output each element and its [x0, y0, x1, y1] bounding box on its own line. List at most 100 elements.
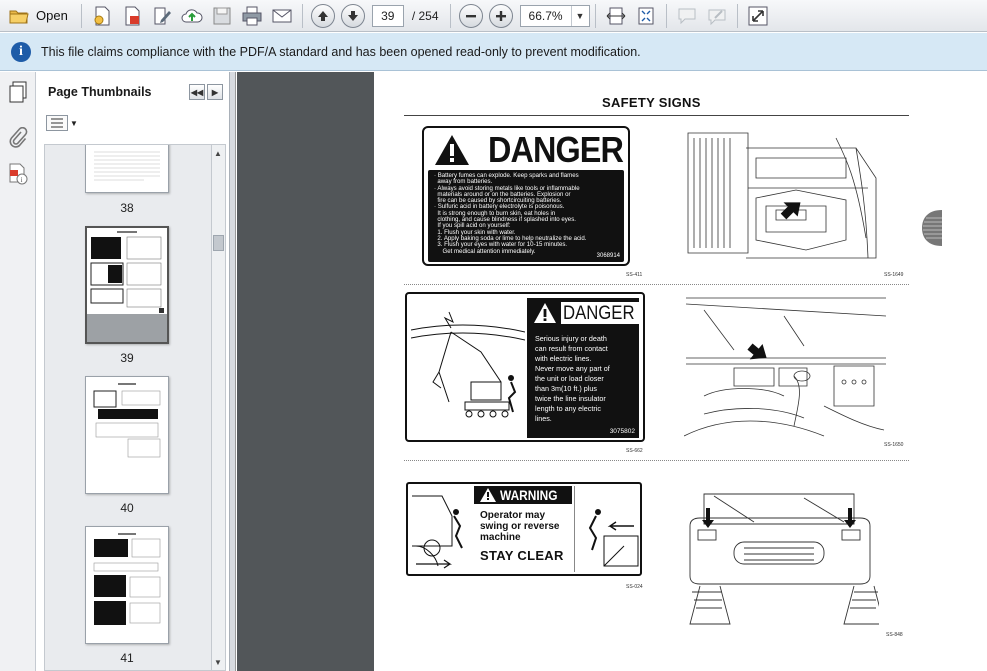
- collapse-panel-button[interactable]: ◀◀: [189, 84, 205, 100]
- save-disk-icon: [213, 7, 231, 24]
- figure-caption: SS-848: [886, 632, 903, 638]
- document-properties-tab[interactable]: i: [0, 156, 36, 192]
- page-thumbnails-tab[interactable]: [0, 74, 36, 110]
- sign-text-line: Get medical attention immediately.: [434, 247, 536, 255]
- warning-triangle-icon: [435, 135, 469, 165]
- create-pdf-button[interactable]: [89, 3, 115, 29]
- title-rule: [404, 115, 909, 116]
- cloud-upload-icon: [181, 8, 203, 22]
- sign-text-line: the unit or load closer: [535, 374, 604, 383]
- page-preview: [94, 151, 160, 181]
- next-panel-button[interactable]: ▶: [207, 84, 223, 100]
- open-button[interactable]: Open: [2, 3, 74, 29]
- sign-text-block: · Battery fumes can explode. Keep sparks…: [428, 170, 624, 262]
- sign-heading: DANGER: [488, 129, 624, 170]
- toolbar-separator: [301, 3, 303, 28]
- email-button[interactable]: [269, 3, 295, 29]
- sign-heading: DANGER: [563, 303, 635, 324]
- expand-icon: [748, 6, 768, 25]
- thumbnail-options-row: ▼: [36, 112, 229, 134]
- sign-button: [704, 3, 730, 29]
- page-total-label: / 254: [411, 8, 439, 23]
- zoom-in-button[interactable]: [488, 3, 514, 29]
- thumbnail-page-40[interactable]: [85, 376, 169, 494]
- arrow-up-icon: [310, 3, 335, 28]
- sign-text-line: with electric lines.: [535, 354, 592, 363]
- printer-icon: [242, 6, 262, 25]
- thumbnail-label: 39: [120, 351, 134, 365]
- thumbnail-label: 40: [120, 501, 134, 515]
- sign-text-line: lines.: [535, 414, 552, 423]
- pen-sign-icon: [708, 9, 726, 25]
- save-button[interactable]: [209, 3, 235, 29]
- zoom-level-value: 66.7%: [528, 8, 563, 23]
- figure-caption: SS-024: [626, 584, 643, 590]
- warning-swing-sign: WARNING Operator may swing or reverse mach…: [406, 482, 642, 576]
- thumbnail-page-38[interactable]: [85, 145, 169, 193]
- operator-swing-left-illustration: [412, 495, 463, 569]
- navigation-rail: i: [0, 72, 36, 671]
- next-page-button[interactable]: [340, 3, 366, 29]
- sign-text-line: Never move any part of: [535, 364, 610, 373]
- pdfa-info-bar: i This file claims compliance with the P…: [0, 33, 987, 71]
- speech-bubble-icon: [678, 8, 696, 24]
- sign-text-line: twice the line insulator: [535, 394, 606, 403]
- document-viewport[interactable]: SAFETY SIGNS DANGER · Battery fumes can …: [237, 72, 987, 671]
- scroll-up-icon[interactable]: ▲: [212, 146, 224, 160]
- chevron-down-icon: ▼: [70, 118, 78, 128]
- panel-splitter[interactable]: [230, 72, 236, 671]
- edit-document-icon: [154, 7, 171, 24]
- page-preview: [93, 383, 161, 458]
- thumbnail-page-39[interactable]: [85, 226, 169, 344]
- sign-stay-clear: STAY CLEAR: [480, 548, 564, 563]
- fit-page-button[interactable]: [633, 3, 659, 29]
- sign-text-line: Operator may: [480, 510, 546, 521]
- thumbnails-header: Page Thumbnails ◀◀ ▶: [36, 72, 229, 112]
- sign-code: 3075802: [609, 428, 635, 435]
- print-button[interactable]: [239, 3, 265, 29]
- full-screen-button[interactable]: [745, 3, 771, 29]
- figure-caption: SS-1649: [884, 272, 904, 278]
- toolbar-separator: [80, 3, 82, 28]
- toolbar-separator: [594, 3, 596, 28]
- page-thumbnails-panel: Page Thumbnails ◀◀ ▶ ▼ 38 39 40 41 ▲ ▼: [36, 72, 230, 671]
- page-number-input[interactable]: 39: [371, 4, 404, 27]
- paperclip-icon: [9, 127, 28, 148]
- toolbar-separator: [449, 3, 451, 28]
- scrollbar-thumb[interactable]: [213, 235, 224, 251]
- pdf-reader-window: Open 39 / 254 66.7% ▼ i This file claims…: [0, 0, 987, 671]
- envelope-icon: [272, 9, 292, 22]
- zoom-level-select[interactable]: 66.7% ▼: [519, 4, 590, 27]
- fit-width-button[interactable]: [603, 3, 629, 29]
- thumbnail-label: 41: [120, 651, 134, 665]
- open-label: Open: [36, 8, 68, 23]
- options-menu-button[interactable]: [46, 115, 68, 131]
- danger-electric-lines-sign: DANGER Serious injury or death can result…: [405, 292, 645, 442]
- edit-pdf-button[interactable]: [149, 3, 175, 29]
- previous-page-button[interactable]: [310, 3, 336, 29]
- thumbnail-scrollbar[interactable]: ▲ ▼: [212, 144, 226, 671]
- scroll-down-icon[interactable]: ▼: [212, 655, 224, 669]
- figure-caption: SS-662: [626, 448, 643, 454]
- info-icon: i: [11, 41, 31, 62]
- plus-icon: [488, 3, 513, 28]
- thumbnail-page-41[interactable]: [85, 526, 169, 644]
- warning-triangle-icon: [480, 488, 496, 502]
- danger-battery-sign: DANGER · Battery fumes can explode. Keep…: [422, 126, 630, 266]
- export-pdf-button[interactable]: [119, 3, 145, 29]
- section-divider: [404, 284, 909, 285]
- share-cloud-button[interactable]: [179, 3, 205, 29]
- section-divider: [404, 460, 909, 461]
- export-document-icon: [125, 6, 140, 25]
- pages-icon: [9, 81, 27, 103]
- page-edge-tab: [922, 210, 942, 246]
- chevron-down-icon: ▼: [570, 5, 589, 26]
- comment-button: [674, 3, 700, 29]
- figure-caption: SS-1650: [884, 442, 904, 448]
- attachments-tab[interactable]: [0, 120, 36, 156]
- cab-sign-location-illustration: [684, 297, 887, 437]
- sign-heading-box: WARNING: [474, 486, 572, 504]
- zoom-out-button[interactable]: [458, 3, 484, 29]
- page-title: SAFETY SIGNS: [602, 95, 701, 110]
- sign-code: 3068914: [596, 253, 620, 259]
